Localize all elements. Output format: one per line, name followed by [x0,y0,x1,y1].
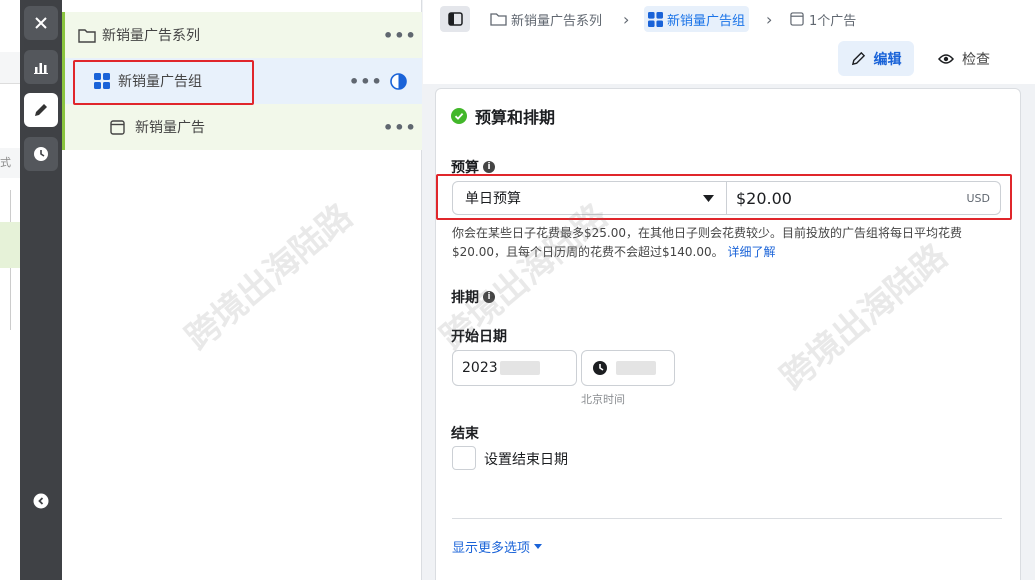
clock-icon [593,361,607,375]
close-button[interactable] [24,6,58,40]
section-title: 预算和排期 [475,108,556,127]
end-label: 结束 [451,426,479,442]
timezone-label: 北京时间 [581,393,625,406]
folder-icon [490,13,507,26]
redacted-date [499,361,540,375]
breadcrumb-separator: › [623,9,630,29]
redacted-time [616,361,656,375]
info-icon[interactable]: i [483,161,495,173]
sidebar-icon [447,12,463,26]
tree-item-label: 新销量广告 [135,120,205,136]
tree-item-campaign[interactable]: 新销量广告系列 ••• [62,12,422,58]
toggle-panel-button[interactable] [440,6,470,32]
budget-schedule-card [435,88,1021,580]
background-panel: 式 [0,0,20,580]
history-button[interactable] [24,137,58,171]
divider [452,518,1002,519]
breadcrumb-label: 1个广告 [809,13,857,29]
start-date-label: 开始日期 [451,329,507,345]
budget-help-text: 你会在某些日子花费最多$25.00，在其他日子则会花费较少。目前投放的广告组将每… [452,226,962,259]
learn-more-link[interactable]: 详细了解 [727,245,775,259]
editor-pane: 新销量广告系列 › 新销量广告组 › 1个广告 编辑 检查 预算和排期 预算 i… [423,0,1035,580]
start-date-value: 2023 [462,360,498,376]
review-button[interactable]: 检查 [926,41,1002,76]
check-circle-icon [451,108,467,124]
end-date-checkbox-label[interactable]: 设置结束日期 [484,449,568,469]
breadcrumb-adset[interactable]: 新销量广告组 [644,6,750,32]
ad-window-icon [110,119,125,135]
more-options-icon[interactable]: ••• [349,72,383,91]
breadcrumb-campaign[interactable]: 新销量广告系列 [490,6,602,32]
grid-icon [648,11,663,27]
schedule-label: 排期 i [451,287,495,307]
bar-chart-icon [34,63,48,74]
edit-button-label: 编辑 [873,51,902,68]
tool-rail [20,0,62,580]
start-time-input[interactable] [581,350,675,386]
pencil-icon [851,51,865,66]
edit-button[interactable]: 编辑 [838,41,914,76]
reporting-button[interactable] [24,50,58,84]
more-options-icon[interactable]: ••• [383,118,417,137]
highlight-box [73,60,254,105]
edit-mode-button[interactable] [24,93,58,127]
collapse-button[interactable] [24,484,58,518]
tree-item-ad[interactable]: 新销量广告 ••• [62,104,422,150]
editor-header: 新销量广告系列 › 新销量广告组 › 1个广告 编辑 检查 [423,0,1035,84]
highlight-box [436,174,1012,220]
breadcrumb-label: 新销量广告系列 [511,13,603,29]
show-more-options-link[interactable]: 显示更多选项 [452,537,543,556]
breadcrumb-separator: › [766,9,773,29]
eye-icon [938,53,954,64]
partial-tab: 式 [0,148,20,178]
review-button-label: 检查 [962,51,990,68]
clock-icon [34,147,48,161]
ad-window-icon [790,12,804,26]
start-date-input[interactable]: 2023 [452,350,577,386]
breadcrumb-label: 新销量广告组 [667,13,746,29]
info-icon[interactable]: i [483,291,495,303]
pencil-icon [35,104,47,116]
more-options-icon[interactable]: ••• [383,26,417,45]
end-date-checkbox[interactable] [452,446,476,470]
status-half-circle-icon [390,72,407,90]
close-icon [35,17,47,29]
section-header: 预算和排期 [451,104,555,128]
breadcrumb-ad[interactable]: 1个广告 [790,6,856,32]
chevron-left-icon [33,493,49,509]
caret-down-icon [534,544,543,549]
tree-item-label: 新销量广告系列 [102,28,200,44]
folder-icon [78,28,96,43]
